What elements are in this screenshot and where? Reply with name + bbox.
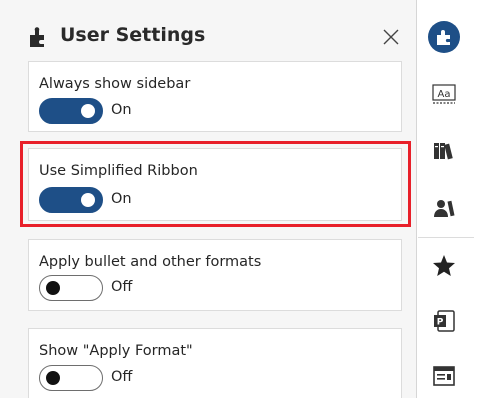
panel-header: User Settings	[28, 22, 402, 52]
rail-item-users[interactable]	[418, 188, 470, 228]
rail-divider	[418, 237, 474, 238]
toggle-state-text: Off	[111, 279, 133, 295]
toggle-knob	[81, 193, 95, 207]
library-books-icon	[434, 143, 453, 160]
close-icon[interactable]	[380, 26, 402, 48]
setting-apply-bullet-formats: Apply bullet and other formats Off	[28, 239, 402, 311]
favorite-star-icon	[433, 255, 455, 276]
users-icon	[434, 200, 455, 217]
rail-item-text-styles[interactable]: Aa	[418, 74, 470, 114]
svg-text:Aa: Aa	[438, 89, 451, 100]
sidebar-rail: Aa P	[418, 0, 496, 398]
panel-title: User Settings	[60, 24, 206, 46]
setting-label: Apply bullet and other formats	[39, 254, 262, 270]
rail-item-layout[interactable]	[418, 356, 470, 396]
window-layout-icon	[433, 366, 455, 386]
add-in-logo-icon	[428, 21, 460, 53]
setting-label: Use Simplified Ribbon	[39, 163, 198, 179]
rail-item-powerpoint[interactable]: P	[418, 301, 470, 341]
show-apply-format-toggle[interactable]	[39, 365, 103, 391]
apply-bullet-formats-toggle[interactable]	[39, 275, 103, 301]
use-simplified-ribbon-toggle[interactable]	[39, 187, 103, 213]
text-style-icon: Aa	[432, 84, 456, 104]
rail-item-library[interactable]	[418, 131, 470, 171]
rail-item-favorites[interactable]	[418, 245, 470, 285]
rail-item-addin[interactable]	[418, 17, 470, 57]
setting-label: Always show sidebar	[39, 76, 191, 92]
setting-show-apply-format: Show "Apply Format" Off	[28, 328, 402, 398]
powerpoint-icon: P	[434, 310, 455, 332]
toggle-knob	[81, 104, 95, 118]
toggle-state-text: On	[111, 102, 132, 118]
toggle-state-text: Off	[111, 369, 133, 385]
setting-label: Show "Apply Format"	[39, 343, 193, 359]
svg-text:P: P	[437, 318, 444, 328]
user-settings-panel: User Settings Always show sidebar On Use…	[0, 0, 417, 398]
app-window: User Settings Always show sidebar On Use…	[0, 0, 496, 398]
toggle-knob	[46, 371, 60, 385]
always-show-sidebar-toggle[interactable]	[39, 98, 103, 124]
toggle-state-text: On	[111, 191, 132, 207]
setting-use-simplified-ribbon: Use Simplified Ribbon On	[28, 148, 402, 221]
puzzle-piece-icon	[30, 27, 44, 47]
setting-always-show-sidebar: Always show sidebar On	[28, 61, 402, 132]
toggle-knob	[46, 281, 60, 295]
